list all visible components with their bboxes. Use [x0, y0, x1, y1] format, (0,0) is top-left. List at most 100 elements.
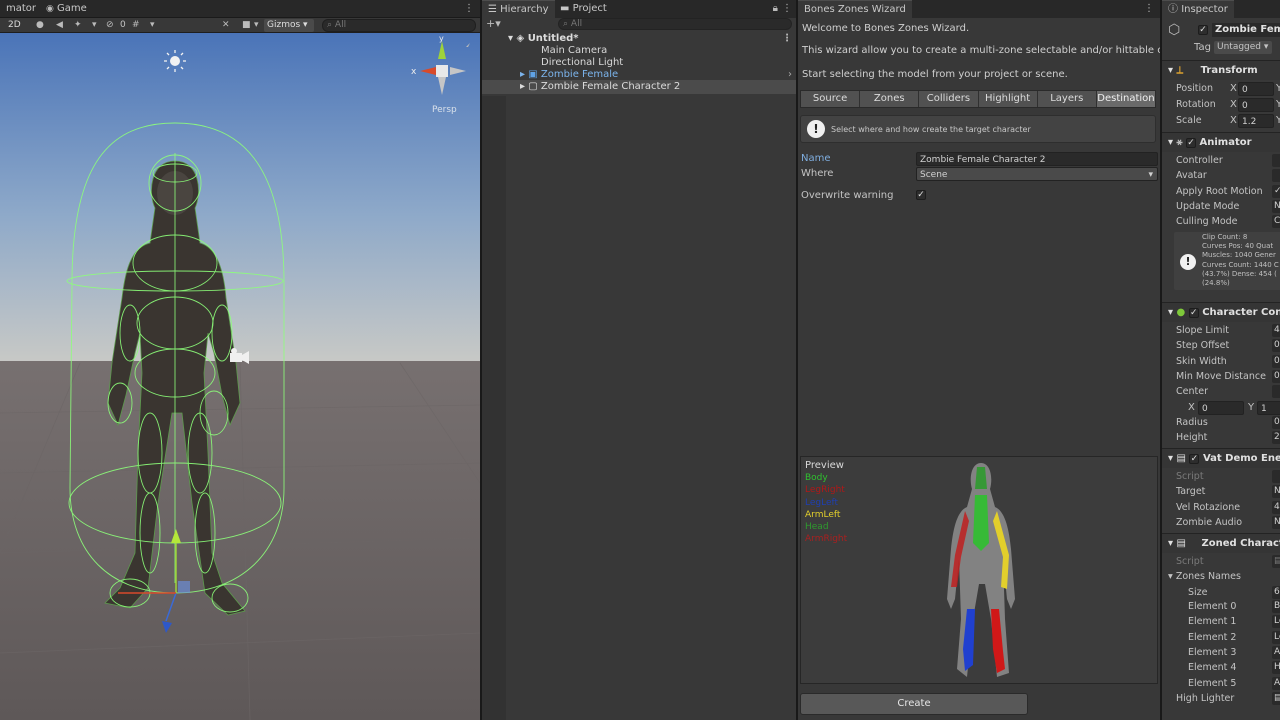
- vat-demo-header[interactable]: ▾ ▤ ✓ Vat Demo Enem: [1162, 448, 1280, 468]
- gizmos-dropdown[interactable]: Gizmos ▾: [264, 19, 314, 32]
- vat-demo-property-field[interactable]: 4: [1272, 500, 1280, 514]
- tab-animator[interactable]: mator: [0, 0, 42, 18]
- animator-property-field[interactable]: [1272, 169, 1280, 183]
- name-field[interactable]: Zombie Female Character 2: [916, 152, 1158, 166]
- tools-icon[interactable]: ✕: [222, 18, 230, 33]
- tab-destination[interactable]: Destination: [1096, 91, 1156, 107]
- scene-viewport[interactable]: x y Persp: [0, 33, 480, 720]
- center-y-field[interactable]: 1: [1257, 401, 1280, 415]
- animator-enabled-checkbox[interactable]: ✓: [1186, 138, 1196, 148]
- script-icon: ▤: [1176, 453, 1186, 464]
- transform-header[interactable]: ▾ ⟂ Transform: [1162, 60, 1280, 80]
- tab-project[interactable]: ▬ Project: [554, 0, 613, 18]
- animator-property-field[interactable]: N: [1272, 199, 1280, 213]
- tab-layers[interactable]: Layers: [1037, 91, 1097, 107]
- zone-element-field[interactable]: Le: [1272, 630, 1280, 644]
- size-field[interactable]: 6: [1272, 586, 1280, 599]
- vat-demo-property-field[interactable]: [1272, 470, 1280, 483]
- tab-inspector[interactable]: ⓘ Inspector: [1162, 0, 1234, 18]
- expand-arrow-icon[interactable]: ▸: [520, 69, 525, 80]
- audio-icon[interactable]: ◀: [56, 18, 63, 33]
- where-dropdown[interactable]: Scene ▾: [916, 167, 1158, 181]
- effects-icon[interactable]: ✦: [74, 18, 82, 33]
- center-x-label: X: [1188, 402, 1195, 413]
- zone-element-field[interactable]: He: [1272, 661, 1280, 675]
- animator-property-field[interactable]: C: [1272, 215, 1280, 229]
- center-x-field[interactable]: 0: [1198, 401, 1244, 415]
- tab-highlight[interactable]: Highlight: [978, 91, 1038, 107]
- inspector-panel: ⓘ Inspector ⬡ ✓ Zombie Female Tag Untagg…: [1162, 0, 1280, 720]
- animator-property-label: Apply Root Motion: [1176, 185, 1263, 197]
- tab-source[interactable]: Source: [801, 91, 861, 107]
- grid-icon[interactable]: #: [132, 18, 140, 33]
- vat-demo-enabled-checkbox[interactable]: ✓: [1189, 454, 1200, 464]
- where-dropdown-value: Scene: [920, 170, 948, 180]
- create-button[interactable]: Create: [800, 693, 1028, 715]
- zone-element-field[interactable]: Ar: [1272, 645, 1280, 659]
- zoned-character-header[interactable]: ▾ ▤ Zoned Characte: [1162, 533, 1280, 553]
- foldout-arrow-icon: ▾: [1168, 453, 1174, 464]
- character-controller-property-field[interactable]: [1272, 385, 1280, 399]
- x-label: X: [1230, 99, 1237, 110]
- tag-dropdown[interactable]: Untagged ▾: [1214, 41, 1272, 54]
- vat-demo-property-field[interactable]: N: [1272, 515, 1280, 529]
- transform-title: Transform: [1200, 65, 1258, 76]
- toggle-2d-button[interactable]: 2D: [8, 18, 21, 33]
- rotation-x-field[interactable]: 0: [1238, 98, 1274, 112]
- lock-icon[interactable]: 🔒︎: [773, 3, 778, 14]
- hidden-objects-icon[interactable]: ⊘: [106, 18, 114, 33]
- character-controller-property-field[interactable]: 45: [1272, 324, 1280, 337]
- camera-dropdown-icon[interactable]: ▾: [254, 18, 259, 33]
- more-options-icon[interactable]: ⋮: [464, 3, 474, 14]
- zoned-script-field: ▤: [1272, 555, 1280, 568]
- scale-x-field[interactable]: 1.2: [1238, 114, 1274, 128]
- zone-element-label: Element 0: [1188, 601, 1237, 612]
- scene-search-input[interactable]: ⌕ All: [322, 19, 476, 32]
- hierarchy-search-input[interactable]: ⌕ All: [558, 18, 792, 30]
- active-checkbox[interactable]: ✓: [1198, 25, 1208, 35]
- animator-property-field[interactable]: [1272, 154, 1280, 167]
- position-x-field[interactable]: 0: [1238, 82, 1274, 96]
- camera-icon[interactable]: ■: [242, 18, 251, 33]
- zone-element-field[interactable]: Ar: [1272, 676, 1280, 690]
- persp-label[interactable]: Persp: [432, 105, 457, 115]
- tab-zones[interactable]: Zones: [860, 91, 920, 107]
- more-options-icon[interactable]: ⋮: [782, 3, 792, 14]
- zone-element-field[interactable]: Bo: [1272, 600, 1280, 613]
- character-controller-property-field[interactable]: 0.: [1272, 369, 1280, 383]
- character-controller-property-field[interactable]: 0.: [1272, 339, 1280, 353]
- tab-game[interactable]: ◉ Game: [40, 0, 93, 18]
- overwrite-checkbox[interactable]: ✓: [916, 190, 926, 200]
- vat-demo-property-field[interactable]: N: [1272, 485, 1280, 499]
- radius-field[interactable]: 0.: [1272, 416, 1280, 429]
- tab-project-label: Project: [572, 3, 607, 14]
- hierarchy-item-label: Untitled*: [527, 33, 579, 44]
- hierarchy-item-zombie-female-character-2[interactable]: ▸ ▢ Zombie Female Character 2: [482, 80, 796, 94]
- character-controller-property-field[interactable]: 0.: [1272, 354, 1280, 368]
- tab-colliders[interactable]: Colliders: [919, 91, 979, 107]
- preview-legend: Body LegRight LegLeft ArmLeft Head ArmRight: [805, 472, 847, 546]
- effects-dropdown-icon[interactable]: ▾: [92, 18, 97, 33]
- add-object-button[interactable]: +▾: [486, 18, 501, 30]
- tab-hierarchy[interactable]: ☰ Hierarchy: [482, 0, 555, 18]
- animator-header[interactable]: ▾ ⚹ ✓ Animator: [1162, 132, 1280, 152]
- zone-element-field[interactable]: Le: [1272, 615, 1280, 629]
- object-name-field[interactable]: Zombie Female: [1212, 23, 1280, 37]
- character-controller-header[interactable]: ▾ ● ✓ Character Contr: [1162, 302, 1280, 322]
- animator-property-field[interactable]: ✓: [1272, 184, 1280, 198]
- tag-label: Tag: [1194, 42, 1211, 53]
- high-lighter-field[interactable]: ▤: [1272, 692, 1280, 705]
- scale-label: Scale: [1176, 115, 1202, 126]
- character-controller-enabled-checkbox[interactable]: ✓: [1188, 308, 1199, 318]
- expand-arrow-icon[interactable]: ▸: [520, 81, 525, 92]
- script-icon: ▤: [1176, 538, 1186, 549]
- grid-dropdown-icon[interactable]: ▾: [150, 18, 155, 33]
- height-field[interactable]: 2: [1272, 431, 1280, 444]
- animator-info-line: (24.8%): [1202, 279, 1230, 288]
- zones-names-label[interactable]: ▾ Zones Names: [1168, 571, 1241, 582]
- preview-model[interactable]: [921, 459, 1041, 683]
- lighting-icon[interactable]: ●: [36, 18, 44, 33]
- tab-bones-zones-wizard[interactable]: Bones Zones Wizard: [798, 0, 912, 18]
- transform-icon: ⟂: [1176, 65, 1184, 76]
- more-options-icon[interactable]: ⋮: [1144, 3, 1154, 14]
